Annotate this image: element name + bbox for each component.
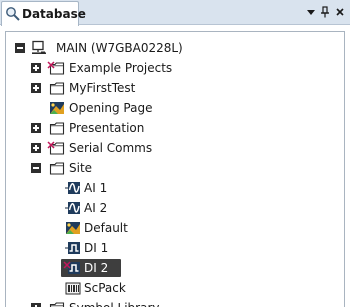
digital-point-icon <box>65 240 81 256</box>
error-mark-icon <box>63 258 71 269</box>
collapse-icon[interactable] <box>15 43 25 53</box>
tree-node-label: Default <box>84 221 128 235</box>
tree-node-label: DI 2 <box>84 261 109 275</box>
tree-node-presentation[interactable]: Presentation <box>6 118 344 138</box>
tree-node-ai-2[interactable]: AI 2 <box>6 198 344 218</box>
expand-icon[interactable] <box>31 303 41 307</box>
tree-node-label: AI 1 <box>84 181 108 195</box>
close-icon <box>336 8 344 16</box>
tree-node-ai-1[interactable]: AI 1 <box>6 178 344 198</box>
expand-icon[interactable] <box>31 123 41 133</box>
tree-node-label: Presentation <box>69 121 145 135</box>
pin-icon <box>321 6 329 18</box>
folder-icon <box>49 120 65 136</box>
collapse-icon[interactable] <box>31 163 41 173</box>
tree-node-di-1[interactable]: DI 1 <box>6 238 344 258</box>
folder-icon <box>49 80 65 96</box>
dropdown-button[interactable] <box>304 4 318 20</box>
tree-node-label: Site <box>69 161 93 175</box>
panel-header: Database <box>0 0 350 26</box>
mimic-icon <box>49 100 65 116</box>
expand-icon[interactable] <box>31 63 41 73</box>
analog-point-icon <box>65 180 81 196</box>
tab-database[interactable]: Database <box>1 1 86 26</box>
search-icon <box>5 6 21 22</box>
tree-node-symbol-library[interactable]: Symbol Library <box>6 298 344 307</box>
folder-icon <box>49 160 65 176</box>
tree-node-label: Symbol Library <box>69 300 159 307</box>
tree-node-main-w7gba0228l[interactable]: MAIN (W7GBA0228L) <box>6 38 344 58</box>
tree-node-label: DI 1 <box>84 241 109 255</box>
tab-label: Database <box>22 7 86 21</box>
tree-node-serial-comms[interactable]: Serial Comms <box>6 138 344 158</box>
chevron-down-icon <box>307 10 315 15</box>
tree-node-example-projects[interactable]: Example Projects <box>6 58 344 78</box>
tree-node-default[interactable]: Default <box>6 218 344 238</box>
tree-node-label: Example Projects <box>69 61 173 75</box>
tree-node-opening-page[interactable]: Opening Page <box>6 98 344 118</box>
tree-node-label: Serial Comms <box>69 141 153 155</box>
tree-node-label: ScPack <box>84 281 126 295</box>
close-button[interactable] <box>333 4 347 20</box>
folder-icon <box>49 300 65 307</box>
expand-icon[interactable] <box>31 143 41 153</box>
tree-node-site[interactable]: Site <box>6 158 344 178</box>
tree-node-label: Opening Page <box>69 101 153 115</box>
package-icon <box>65 280 81 296</box>
error-mark-icon <box>47 58 55 69</box>
tree-node-myfirsttest[interactable]: MyFirstTest <box>6 78 344 98</box>
expand-icon[interactable] <box>31 83 41 93</box>
database-tree-panel: MAIN (W7GBA0228L) Example Projects MyFirst… <box>5 31 345 307</box>
tree-node-di-2[interactable]: DI 2 <box>6 258 344 278</box>
analog-point-icon <box>65 200 81 216</box>
tree-node-label: AI 2 <box>84 201 108 215</box>
mimic-icon <box>65 220 81 236</box>
error-mark-icon <box>47 138 55 149</box>
pin-button[interactable] <box>318 4 332 20</box>
tree-node-scpack[interactable]: ScPack <box>6 278 344 298</box>
tree-node-label: MyFirstTest <box>69 81 136 95</box>
tree-node-label: MAIN (W7GBA0228L) <box>56 41 183 55</box>
computer-icon <box>31 40 47 56</box>
